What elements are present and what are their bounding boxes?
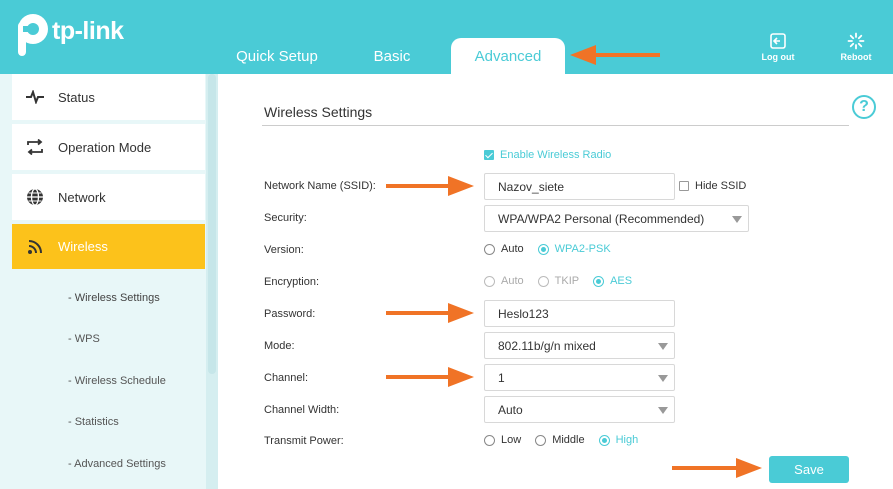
- annotation-arrow-icon: [386, 367, 474, 387]
- sidebar-item-label: Network: [58, 189, 106, 205]
- sidebar-subitem-advanced-settings[interactable]: - Advanced Settings: [68, 458, 166, 470]
- title-divider: [262, 125, 849, 126]
- logout-icon: [770, 33, 786, 49]
- channel-value: 1: [498, 370, 505, 385]
- radio-label: High: [615, 434, 639, 446]
- logout-button[interactable]: Log out: [750, 32, 806, 62]
- channel-width-select[interactable]: Auto: [484, 396, 675, 423]
- pulse-icon: [12, 90, 58, 104]
- radio-label: Auto: [501, 243, 524, 255]
- encryption-auto-radio[interactable]: Auto: [484, 275, 524, 287]
- checkbox-checked-icon: [484, 150, 494, 160]
- radio-label: AES: [610, 275, 633, 287]
- sidebar-item-label: Operation Mode: [58, 139, 152, 155]
- encryption-radio-group: Auto TKIP AES: [484, 275, 646, 287]
- security-select[interactable]: WPA/WPA2 Personal (Recommended): [484, 205, 749, 232]
- version-wpa2-psk-radio[interactable]: WPA2-PSK: [537, 243, 611, 255]
- radio-label: Auto: [501, 275, 524, 287]
- logo-mark-icon: [12, 12, 50, 58]
- top-header: tp-link Quick Setup Basic Advanced Log o…: [0, 0, 893, 74]
- reboot-label: Reboot: [840, 52, 872, 62]
- radio-on-icon: [593, 275, 605, 287]
- transmit-power-low-radio[interactable]: Low: [484, 434, 521, 446]
- encryption-aes-radio[interactable]: AES: [593, 275, 632, 287]
- password-label: Password:: [264, 308, 316, 320]
- annotation-arrow-icon: [570, 45, 660, 65]
- enable-wireless-radio-label: Enable Wireless Radio: [500, 149, 612, 161]
- hide-ssid-label: Hide SSID: [695, 180, 747, 192]
- password-input[interactable]: Heslo123: [484, 300, 675, 327]
- channel-width-value: Auto: [498, 402, 523, 417]
- mode-label: Mode:: [264, 340, 295, 352]
- radio-label: WPA2-PSK: [554, 243, 611, 255]
- wifi-icon: [12, 239, 58, 255]
- save-button[interactable]: Save: [769, 456, 849, 483]
- radio-on-icon: [537, 243, 549, 255]
- transmit-power-high-radio[interactable]: High: [598, 434, 639, 446]
- version-auto-radio[interactable]: Auto: [484, 243, 524, 255]
- checkbox-unchecked-icon: [679, 181, 689, 191]
- reboot-button[interactable]: Reboot: [828, 32, 884, 62]
- radio-label: Middle: [552, 434, 585, 446]
- ssid-input[interactable]: Nazov_siete: [484, 173, 675, 200]
- sidebar-item-label: Wireless: [58, 239, 108, 254]
- transmit-power-label: Transmit Power:: [264, 435, 344, 447]
- tab-quick-setup[interactable]: Quick Setup: [232, 38, 322, 74]
- radio-off-icon: [484, 434, 495, 446]
- radio-off-icon: [537, 275, 549, 287]
- mode-value: 802.11b/g/n mixed: [498, 338, 596, 353]
- tab-basic[interactable]: Basic: [360, 38, 424, 74]
- globe-icon: [12, 188, 58, 206]
- radio-label: Low: [501, 434, 522, 446]
- radio-on-icon: [598, 434, 610, 446]
- ssid-label: Network Name (SSID):: [264, 180, 376, 192]
- radio-off-icon: [535, 434, 547, 446]
- annotation-arrow-icon: [386, 303, 474, 323]
- password-value: Heslo123: [498, 306, 549, 321]
- channel-label: Channel:: [264, 372, 309, 384]
- channel-select[interactable]: 1: [484, 364, 675, 391]
- mode-select[interactable]: 802.11b/g/n mixed: [484, 332, 675, 359]
- radio-off-icon: [484, 275, 495, 287]
- reboot-icon: [847, 32, 865, 50]
- sidebar-item-operation-mode[interactable]: Operation Mode: [12, 124, 205, 170]
- page-title: Wireless Settings: [264, 104, 373, 120]
- channel-width-label: Channel Width:: [264, 404, 340, 416]
- tp-link-logo: tp-link: [12, 12, 124, 58]
- hide-ssid-checkbox[interactable]: Hide SSID: [679, 180, 746, 192]
- radio-label: TKIP: [554, 275, 580, 287]
- transmit-power-radio-group: Low Middle High: [484, 434, 652, 446]
- brand-name: tp-link: [52, 16, 124, 45]
- help-icon[interactable]: ?: [852, 95, 876, 119]
- sidebar-scrollbar-thumb[interactable]: [208, 74, 216, 374]
- security-label: Security:: [264, 212, 307, 224]
- sidebar-item-network[interactable]: Network: [12, 174, 205, 220]
- logout-label: Log out: [761, 52, 795, 62]
- sidebar-item-status[interactable]: Status: [12, 74, 205, 120]
- sidebar-item-label: Status: [58, 89, 95, 105]
- enable-wireless-radio-checkbox[interactable]: Enable Wireless Radio: [484, 149, 611, 161]
- sidebar-subitem-wireless-settings[interactable]: - Wireless Settings: [68, 292, 160, 304]
- transmit-power-middle-radio[interactable]: Middle: [535, 434, 585, 446]
- encryption-tkip-radio[interactable]: TKIP: [537, 275, 580, 287]
- sidebar-subitem-wireless-schedule[interactable]: - Wireless Schedule: [68, 375, 166, 387]
- sidebar-item-wireless[interactable]: Wireless: [12, 224, 205, 269]
- sidebar-subitem-statistics[interactable]: - Statistics: [68, 416, 119, 428]
- radio-off-icon: [484, 243, 495, 255]
- swap-icon: [12, 139, 58, 155]
- version-radio-group: Auto WPA2-PSK: [484, 243, 625, 255]
- encryption-label: Encryption:: [264, 276, 320, 288]
- version-label: Version:: [264, 244, 304, 256]
- sidebar-subitem-wps[interactable]: - WPS: [68, 333, 100, 345]
- ssid-value: Nazov_siete: [498, 179, 565, 194]
- annotation-arrow-icon: [386, 176, 474, 196]
- annotation-arrow-icon: [672, 458, 762, 478]
- tab-advanced[interactable]: Advanced: [451, 38, 565, 74]
- security-value: WPA/WPA2 Personal (Recommended): [498, 211, 705, 226]
